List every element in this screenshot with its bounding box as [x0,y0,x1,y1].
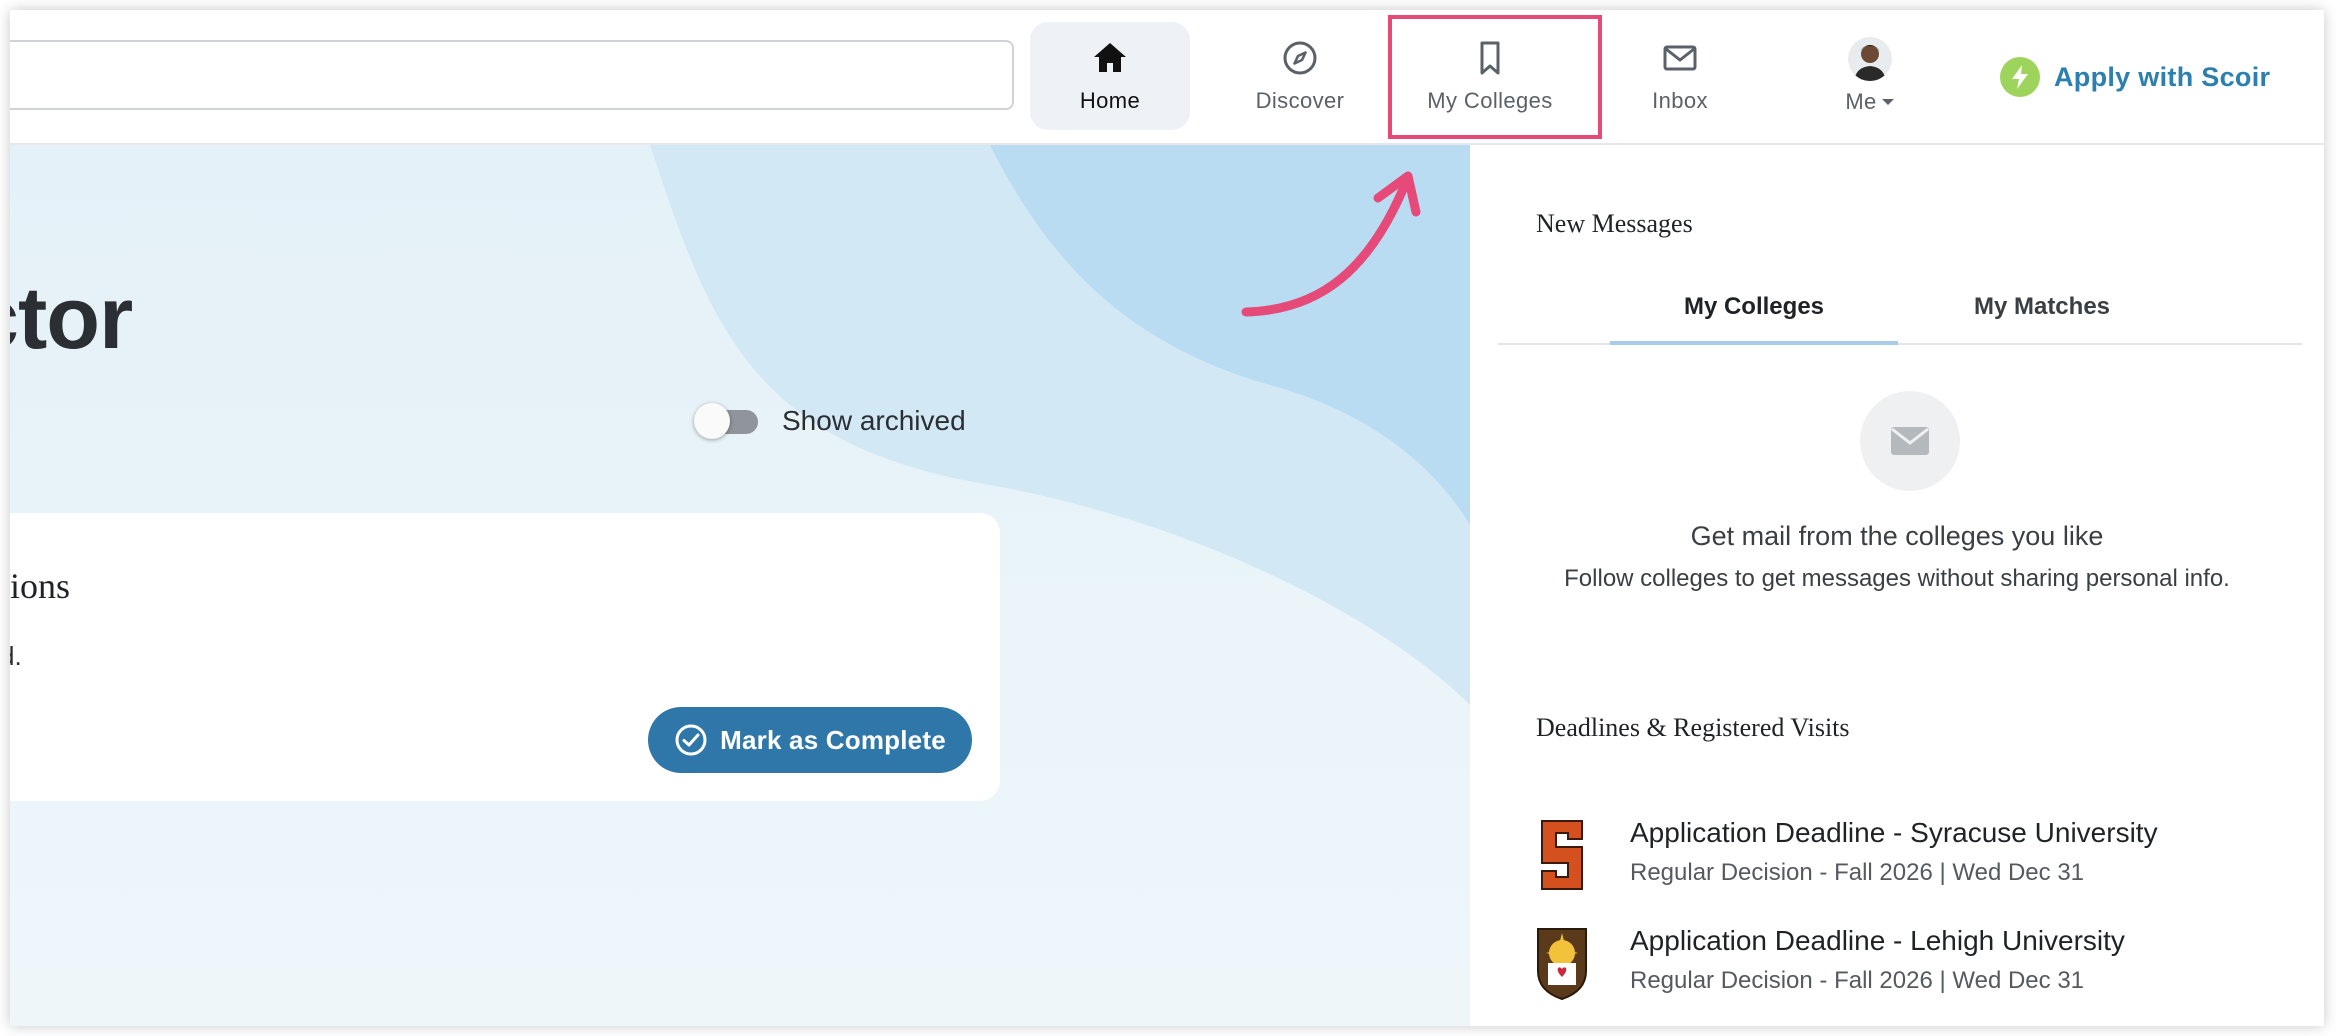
home-icon [1094,43,1126,72]
nav-me[interactable]: Me [1790,22,1950,130]
nav-my-colleges[interactable]: My Colleges [1410,22,1570,130]
syracuse-logo [1541,820,1583,890]
show-archived-label: Show archived [782,405,966,436]
nav-my-colleges-label: My Colleges [1427,88,1553,113]
empty-mail-badge [1860,391,1960,491]
deadline-title: Application Deadline - Syracuse Universi… [1630,817,2158,848]
show-archived-toggle-row: Show archived [694,403,966,439]
avatar [1848,37,1892,81]
nav-home-label: Home [1079,88,1141,113]
right-panel: New Messages My Colleges My Matches Get … [1470,145,2324,1026]
mail-icon [1663,45,1697,71]
annotation-arrow [1241,171,1421,317]
lehigh-logo [1537,928,1587,1001]
deadline-item[interactable]: Application Deadline - Syracuse Universi… [1534,813,2294,897]
empty-state-title: Get mail from the colleges you like [1690,521,2104,551]
compass-icon [1283,41,1317,75]
nav-home[interactable]: Home [1030,22,1190,130]
nav-me-label: Me [1845,89,1877,114]
app-window: Home Discover My Colleges Inbox Me Apply… [10,10,2324,1026]
page-title: ctor [10,268,133,367]
show-archived-toggle[interactable] [694,403,760,439]
task-card: tions d. Mark as Complete [10,513,1000,801]
deadline-item[interactable]: Application Deadline - Lehigh University… [1534,921,2294,1005]
tab-my-matches[interactable]: My Matches [1898,281,2186,345]
nav-inbox[interactable]: Inbox [1600,22,1760,130]
new-messages-title: New Messages [1536,209,1693,238]
nav-discover[interactable]: Discover [1220,22,1380,130]
empty-state-subtitle: Follow colleges to get messages without … [1564,565,2230,592]
message-tabs: My Colleges My Matches [1498,281,2302,345]
apply-with-scoir-button[interactable]: Apply with Scoir [2000,52,2270,102]
mark-as-complete-label: Mark as Complete [720,724,946,755]
deadlines-title: Deadlines & Registered Visits [1536,713,1850,742]
top-navigation-bar: Home Discover My Colleges Inbox Me Apply… [10,10,2324,145]
task-description: d. [10,641,22,671]
bookmark-icon [1480,41,1500,75]
lightning-bolt-icon [2000,57,2040,97]
nav-discover-label: Discover [1255,88,1345,113]
mark-as-complete-button[interactable]: Mark as Complete [648,707,972,773]
deadline-title: Application Deadline - Lehigh University [1630,925,2125,956]
tab-my-colleges[interactable]: My Colleges [1610,281,1898,345]
task-title: tions [10,566,71,606]
envelope-icon [1891,427,1929,455]
nav-inbox-label: Inbox [1652,88,1708,113]
deadline-subtitle: Regular Decision - Fall 2026 | Wed Dec 3… [1630,967,2085,994]
deadline-subtitle: Regular Decision - Fall 2026 | Wed Dec 3… [1630,859,2085,886]
apply-with-scoir-label: Apply with Scoir [2054,61,2271,92]
check-circle-icon [675,724,707,756]
caret-down-icon [1881,99,1894,105]
search-input[interactable] [10,40,1014,110]
